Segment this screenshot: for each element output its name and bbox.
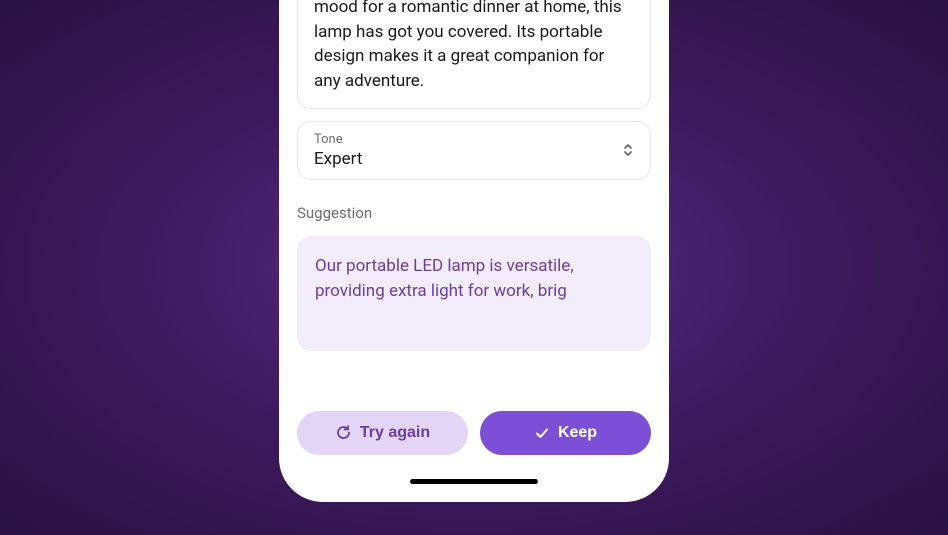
suggestion-label: Suggestion: [297, 204, 651, 222]
check-icon: [534, 425, 550, 441]
tone-value: Expert: [314, 149, 362, 169]
phone-frame: mood for a romantic dinner at home, this…: [279, 0, 669, 502]
keep-label: Keep: [558, 424, 597, 442]
try-again-button[interactable]: Try again: [297, 411, 468, 455]
home-indicator[interactable]: [410, 479, 538, 484]
suggestion-box: Our portable LED lamp is versatile, prov…: [297, 236, 651, 351]
chevron-up-down-icon: [622, 142, 634, 158]
suggestion-text: Our portable LED lamp is versatile, prov…: [315, 254, 633, 305]
action-buttons: Try again Keep: [297, 411, 651, 455]
tone-selector[interactable]: Tone Expert: [297, 121, 651, 180]
tone-label: Tone: [314, 132, 362, 147]
try-again-label: Try again: [360, 424, 430, 442]
description-text: mood for a romantic dinner at home, this…: [314, 0, 634, 94]
description-card: mood for a romantic dinner at home, this…: [297, 0, 651, 109]
refresh-icon: [335, 424, 352, 441]
keep-button[interactable]: Keep: [480, 411, 651, 455]
